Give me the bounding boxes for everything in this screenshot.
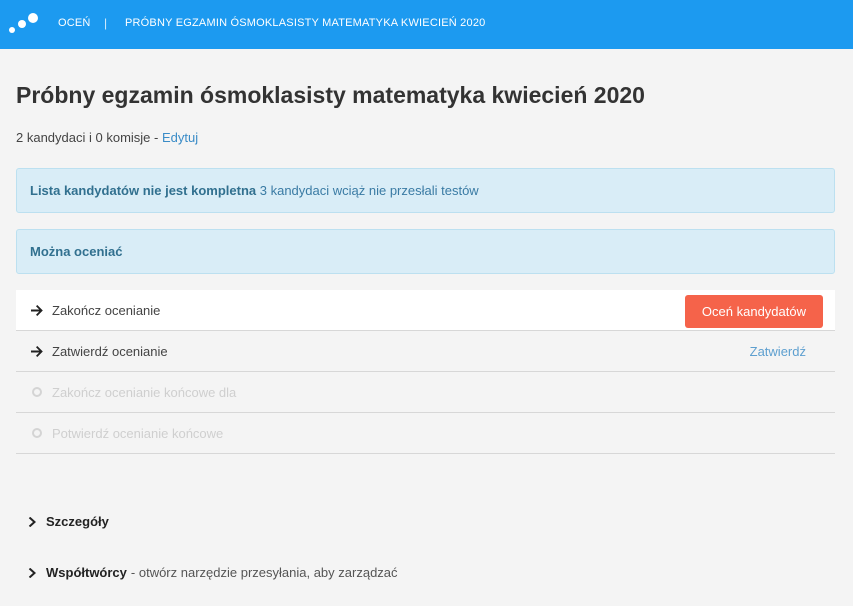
circle-icon xyxy=(30,387,44,397)
section-title: Szczegóły xyxy=(46,514,109,529)
step-label: Zatwierdź ocenianie xyxy=(52,343,168,359)
incomplete-candidates-alert: Lista kandydatów nie jest kompletna 3 ka… xyxy=(16,168,835,213)
step-finish-grading: Zakończ ocenianie Oceń kandydatów xyxy=(16,290,835,331)
nav-link-home[interactable]: OCEŃ xyxy=(58,17,91,29)
grade-candidates-button[interactable]: Oceń kandydatów xyxy=(684,295,823,328)
step-label: Zakończ ocenianie końcowe dla xyxy=(52,384,237,400)
nav-separator: | xyxy=(104,16,108,30)
details-section-toggle[interactable]: Szczegóły xyxy=(28,514,109,529)
logo-icon[interactable] xyxy=(9,13,39,35)
step-label: Potwierdź ocenianie końcowe xyxy=(52,425,224,441)
arrow-right-icon xyxy=(30,345,44,357)
alert-title: Lista kandydatów nie jest kompletna xyxy=(30,183,257,198)
chevron-right-icon xyxy=(28,516,36,527)
arrow-right-icon xyxy=(30,304,44,316)
step-label: Zakończ ocenianie xyxy=(52,302,161,318)
step-confirm-grading: Zatwierdź ocenianie Zatwierdź xyxy=(16,331,835,372)
alert-title: Można oceniać xyxy=(30,244,123,259)
section-hint: - otwórz narzędzie przesyłania, aby zarz… xyxy=(130,565,398,580)
page-title: Próbny egzamin ósmoklasisty matematyka k… xyxy=(16,82,645,108)
step-confirm-final-grading: Potwierdź ocenianie końcowe xyxy=(16,413,835,454)
top-navigation-bar: OCEŃ | PRÓBNY EGZAMIN ÓSMOKLASISTY MATEM… xyxy=(0,0,853,49)
section-title: Współtwórcy xyxy=(46,565,127,580)
step-finish-final-grading: Zakończ ocenianie końcowe dla xyxy=(16,372,835,413)
grading-steps-list: Zakończ ocenianie Oceń kandydatów Zatwie… xyxy=(16,290,835,454)
collaborators-section-toggle[interactable]: Współtwórcy - otwórz narzędzie przesyłan… xyxy=(28,565,398,580)
exam-summary: 2 kandydaci i 0 komisje - Edytuj xyxy=(16,130,198,145)
summary-text: 2 kandydaci i 0 komisje - xyxy=(16,130,162,145)
alert-text: 3 kandydaci wciąż nie przesłali testów xyxy=(259,183,479,198)
nav-link-exam[interactable]: PRÓBNY EGZAMIN ÓSMOKLASISTY MATEMATYKA K… xyxy=(125,17,485,29)
confirm-link[interactable]: Zatwierdź xyxy=(750,344,806,359)
edit-link[interactable]: Edytuj xyxy=(162,130,198,145)
circle-icon xyxy=(30,428,44,438)
chevron-right-icon xyxy=(28,567,36,578)
grading-open-alert: Można oceniać xyxy=(16,229,835,274)
